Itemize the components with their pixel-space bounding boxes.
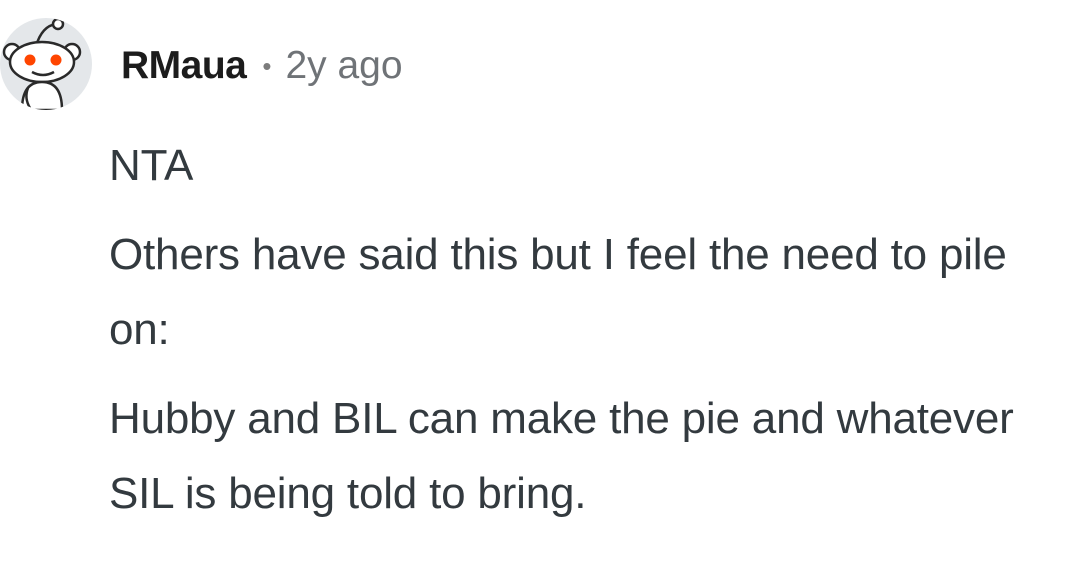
comment-paragraph: NTA [109,141,194,190]
comment-meta: RMaua • 2y ago [121,42,403,90]
timestamp[interactable]: 2y ago [285,44,402,88]
reddit-snoo-avatar-icon [2,18,82,110]
separator-dot: • [262,50,272,81]
comment-paragraph: Hubby and BIL can make the pie and whate… [109,394,1014,518]
username-link[interactable]: RMaua [121,44,247,88]
avatar[interactable] [0,18,92,110]
comment-paragraph: Others have said this but I feel the nee… [109,230,1007,354]
comment: RMaua • 2y ago NTA Others have said this… [0,0,1080,568]
comment-body: NTA Others have said this but I feel the… [109,128,1059,545]
